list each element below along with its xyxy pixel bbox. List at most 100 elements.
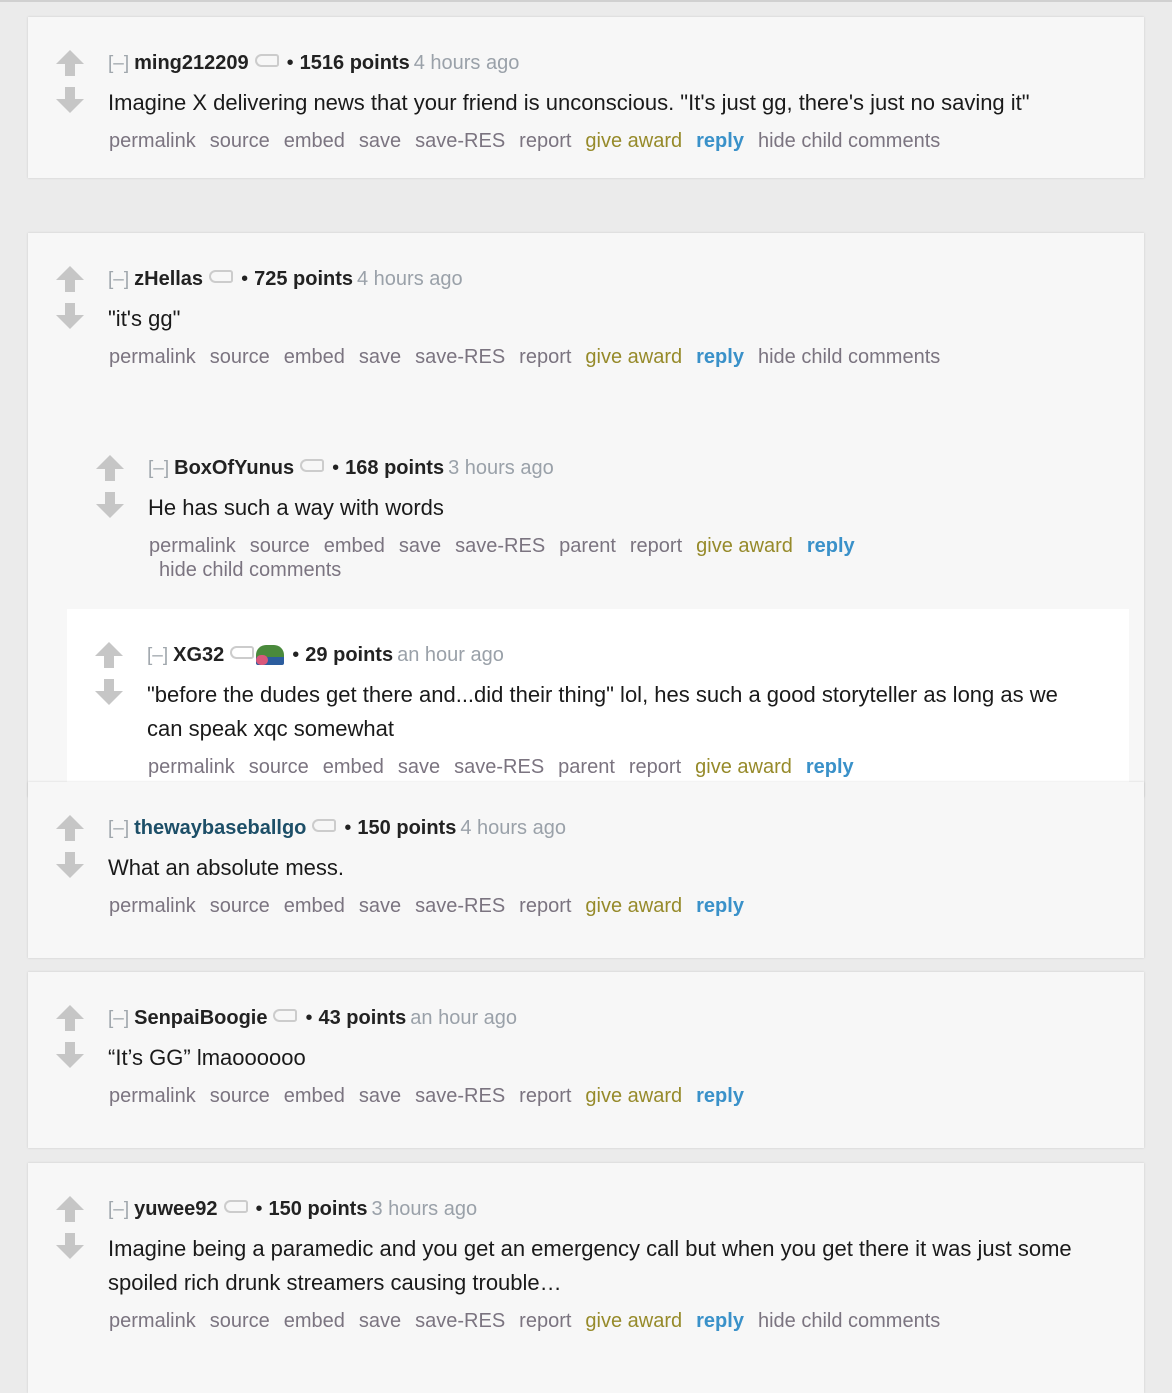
source-button[interactable]: source (210, 1084, 270, 1108)
give-award-button[interactable]: give award (585, 894, 682, 918)
report-button[interactable]: report (629, 755, 681, 779)
report-button[interactable]: report (519, 894, 571, 918)
source-button[interactable]: source (210, 1309, 270, 1333)
collapse-toggle[interactable]: [–] (108, 1008, 129, 1029)
collapse-toggle[interactable]: [–] (108, 269, 129, 290)
source-button[interactable]: source (210, 894, 270, 918)
save-res-button[interactable]: save-RES (415, 1084, 505, 1108)
downvote-arrow-icon[interactable] (55, 1041, 85, 1069)
upvote-arrow-icon[interactable] (55, 49, 85, 77)
author-link[interactable]: ming212209 (134, 52, 249, 74)
save-res-button[interactable]: save-RES (415, 345, 505, 369)
report-button[interactable]: report (519, 345, 571, 369)
save-button[interactable]: save (359, 1309, 401, 1333)
comment-tagline: [–] thewaybaseballgo • 150 points 4 hours ag… (108, 813, 1104, 844)
comment-timestamp: 4 hours ago (357, 268, 463, 290)
source-button[interactable]: source (210, 129, 270, 153)
parent-button[interactable]: parent (558, 755, 615, 779)
report-button[interactable]: report (519, 1309, 571, 1333)
give-award-button[interactable]: give award (585, 1084, 682, 1108)
permalink-button[interactable]: permalink (149, 534, 236, 558)
embed-button[interactable]: embed (284, 129, 345, 153)
hide-child-comments-button[interactable]: hide child comments (758, 345, 940, 369)
save-res-button[interactable]: save-RES (455, 534, 545, 558)
source-button[interactable]: source (249, 755, 309, 779)
upvote-arrow-icon[interactable] (55, 1004, 85, 1032)
downvote-arrow-icon[interactable] (55, 86, 85, 114)
author-link[interactable]: XG32 (173, 644, 224, 666)
reply-button[interactable]: reply (696, 129, 744, 153)
collapse-toggle[interactable]: [–] (108, 53, 129, 74)
hide-child-comments-button[interactable]: hide child comments (159, 558, 341, 582)
user-tag-icon[interactable] (209, 270, 234, 283)
reply-button[interactable]: reply (696, 894, 744, 918)
source-button[interactable]: source (210, 345, 270, 369)
downvote-arrow-icon[interactable] (55, 302, 85, 330)
save-button[interactable]: save (359, 1084, 401, 1108)
downvote-arrow-icon[interactable] (94, 678, 124, 706)
upvote-arrow-icon[interactable] (55, 814, 85, 842)
save-res-button[interactable]: save-RES (415, 1309, 505, 1333)
reply-button[interactable]: reply (806, 755, 854, 779)
save-button[interactable]: save (359, 894, 401, 918)
reply-button[interactable]: reply (696, 1084, 744, 1108)
permalink-button[interactable]: permalink (109, 894, 196, 918)
save-button[interactable]: save (359, 129, 401, 153)
permalink-button[interactable]: permalink (109, 129, 196, 153)
user-tag-icon[interactable] (223, 1200, 248, 1213)
user-tag-icon[interactable] (312, 819, 337, 832)
source-button[interactable]: source (250, 534, 310, 558)
author-link[interactable]: BoxOfYunus (174, 457, 294, 479)
author-link[interactable]: zHellas (134, 268, 203, 290)
give-award-button[interactable]: give award (696, 534, 793, 558)
save-res-button[interactable]: save-RES (415, 129, 505, 153)
upvote-arrow-icon[interactable] (55, 1195, 85, 1223)
comment: [–] BoxOfYunus • 168 points 3 hours ago He ha… (67, 422, 1144, 797)
give-award-button[interactable]: give award (585, 129, 682, 153)
hide-child-comments-button[interactable]: hide child comments (758, 1309, 940, 1333)
upvote-arrow-icon[interactable] (55, 265, 85, 293)
embed-button[interactable]: embed (324, 534, 385, 558)
save-button[interactable]: save (398, 755, 440, 779)
permalink-button[interactable]: permalink (109, 345, 196, 369)
user-tag-icon[interactable] (254, 54, 279, 67)
give-award-button[interactable]: give award (585, 1309, 682, 1333)
upvote-arrow-icon[interactable] (95, 454, 125, 482)
report-button[interactable]: report (519, 1084, 571, 1108)
user-tag-icon[interactable] (300, 459, 325, 472)
save-button[interactable]: save (359, 345, 401, 369)
downvote-arrow-icon[interactable] (95, 491, 125, 519)
permalink-button[interactable]: permalink (109, 1084, 196, 1108)
save-res-button[interactable]: save-RES (454, 755, 544, 779)
save-button[interactable]: save (399, 534, 441, 558)
downvote-arrow-icon[interactable] (55, 851, 85, 879)
collapse-toggle[interactable]: [–] (148, 458, 169, 479)
report-button[interactable]: report (519, 129, 571, 153)
upvote-arrow-icon[interactable] (94, 641, 124, 669)
embed-button[interactable]: embed (284, 345, 345, 369)
hide-child-comments-button[interactable]: hide child comments (758, 129, 940, 153)
permalink-button[interactable]: permalink (148, 755, 235, 779)
reply-button[interactable]: reply (696, 1309, 744, 1333)
embed-button[interactable]: embed (284, 1084, 345, 1108)
embed-button[interactable]: embed (284, 894, 345, 918)
report-button[interactable]: report (630, 534, 682, 558)
downvote-arrow-icon[interactable] (55, 1232, 85, 1260)
collapse-toggle[interactable]: [–] (108, 1199, 129, 1220)
embed-button[interactable]: embed (284, 1309, 345, 1333)
save-res-button[interactable]: save-RES (415, 894, 505, 918)
user-tag-icon[interactable] (230, 646, 255, 659)
author-link[interactable]: thewaybaseballgo (134, 817, 306, 839)
reply-button[interactable]: reply (807, 534, 855, 558)
author-link[interactable]: SenpaiBoogie (134, 1007, 267, 1029)
user-tag-icon[interactable] (273, 1009, 298, 1022)
permalink-button[interactable]: permalink (109, 1309, 196, 1333)
collapse-toggle[interactable]: [–] (108, 818, 129, 839)
give-award-button[interactable]: give award (695, 755, 792, 779)
collapse-toggle[interactable]: [–] (147, 645, 168, 666)
author-link[interactable]: yuwee92 (134, 1198, 217, 1220)
reply-button[interactable]: reply (696, 345, 744, 369)
parent-button[interactable]: parent (559, 534, 616, 558)
embed-button[interactable]: embed (323, 755, 384, 779)
give-award-button[interactable]: give award (585, 345, 682, 369)
